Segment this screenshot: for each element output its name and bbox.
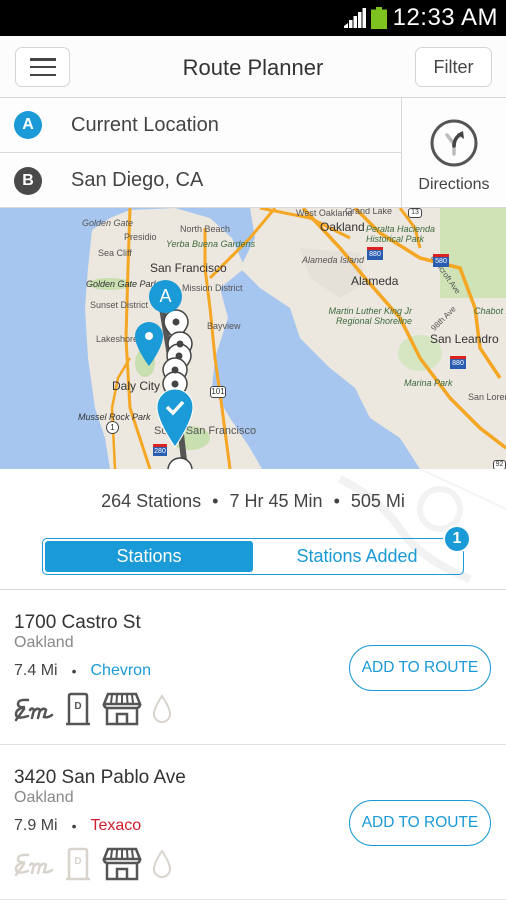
station-address: 3420 San Pablo Ave	[14, 767, 186, 788]
map-label: Golden Gate Park	[86, 279, 159, 289]
battery-icon	[370, 7, 387, 29]
map-label: Alameda	[351, 274, 399, 288]
map-label: Presidio	[124, 232, 157, 242]
amenity-icons: D	[14, 847, 172, 881]
map-label: North Beach	[180, 224, 231, 234]
station-tabs: Stations Stations Added	[42, 538, 464, 575]
station-brand[interactable]: Texaco	[90, 817, 141, 835]
highway-shield: 580	[433, 254, 449, 267]
map-label: San Leandro	[430, 332, 499, 346]
map-label: Martin Luther King Jr Regional Shoreline	[328, 306, 412, 326]
route-summary: 264 Stations • 7 Hr 45 Min • 505 Mi Stat…	[0, 469, 506, 590]
destination-text: San Diego, CA	[71, 169, 204, 191]
start-marker[interactable]: A	[149, 280, 182, 313]
stations-added-count-badge: 1	[443, 525, 471, 553]
location-pin-icon[interactable]	[134, 321, 164, 367]
selected-station-marker[interactable]	[156, 388, 194, 448]
fork-arrow-icon	[430, 119, 478, 167]
highway-shield: 101	[210, 386, 226, 398]
station-city: Oakland	[14, 634, 74, 651]
station-meta: 7.4 Mi • Chevron	[14, 662, 151, 680]
signal-icon	[343, 8, 366, 28]
start-badge-icon: A	[14, 111, 42, 139]
station-meta: 7.9 Mi • Texaco	[14, 817, 141, 835]
map-label: Mission District	[182, 283, 243, 293]
highway-shield: 13	[408, 208, 422, 218]
highway-shield: 1	[106, 421, 119, 434]
diesel-icon: D	[66, 692, 90, 726]
separator: •	[333, 491, 340, 511]
route-duration: 7 Hr 45 Min	[229, 491, 323, 511]
water-drop-icon	[152, 849, 172, 878]
svg-text:D: D	[74, 701, 81, 712]
separator: •	[71, 818, 77, 834]
route-distance: 505 Mi	[350, 491, 405, 511]
store-icon	[102, 847, 142, 881]
station-count: 264 Stations	[101, 491, 202, 511]
map-label: Bayview	[207, 321, 241, 331]
map-label: San Lorenz	[468, 392, 506, 402]
svg-text:D: D	[74, 856, 81, 867]
end-badge-icon: B	[14, 166, 42, 195]
directions-button[interactable]: Directions	[401, 98, 506, 208]
route-inputs: A Current Location B San Diego, CA Direc…	[0, 98, 506, 208]
app-header: Route Planner Filter	[0, 36, 506, 98]
highway-shield: 92	[493, 460, 506, 469]
clock: 12:33 AM	[392, 4, 498, 31]
map-label: Golden Gate	[82, 218, 134, 228]
map-label: Alameda Island	[302, 255, 365, 265]
water-drop-icon	[152, 694, 172, 723]
add-to-route-button[interactable]: ADD TO ROUTE	[349, 800, 491, 846]
map-label: Peralta Hacienda Historical Park	[366, 224, 436, 244]
map-label: Oakland	[320, 220, 365, 234]
highway-shield: 880	[367, 247, 383, 260]
separator: •	[71, 663, 77, 679]
start-location-text: Current Location	[71, 113, 219, 136]
store-icon	[102, 692, 142, 726]
map-label: San Francisco	[150, 261, 227, 275]
destination-field[interactable]: B San Diego, CA	[0, 153, 401, 208]
filter-button[interactable]: Filter	[415, 47, 492, 87]
amenity-icons: D	[14, 692, 172, 726]
route-map[interactable]: Golden Gate North Beach Presidio Yerba B…	[0, 208, 506, 469]
station-list-item[interactable]: 1700 Castro St Oakland 7.4 Mi • Chevron …	[0, 590, 506, 745]
status-bar: 12:33 AM	[0, 0, 506, 36]
station-city: Oakland	[14, 789, 74, 806]
station-address: 1700 Castro St	[14, 612, 141, 633]
map-label: Daly City	[112, 379, 161, 393]
map-label: Grand Lake	[345, 208, 393, 216]
map-label: Sunset District	[90, 300, 149, 310]
map-label: Lakeshore	[96, 334, 139, 344]
station-list-item[interactable]: 3420 San Pablo Ave Oakland 7.9 Mi • Texa…	[0, 745, 506, 900]
station-distance: 7.9 Mi	[14, 817, 58, 834]
route-stats: 264 Stations • 7 Hr 45 Min • 505 Mi	[0, 491, 506, 512]
add-to-route-button[interactable]: ADD TO ROUTE	[349, 645, 491, 691]
map-label: Marina Park	[404, 378, 453, 388]
tab-stations[interactable]: Stations	[45, 541, 253, 572]
station-distance: 7.4 Mi	[14, 662, 58, 679]
map-label: Chabot R	[474, 306, 506, 316]
start-location-field[interactable]: A Current Location	[0, 98, 401, 153]
map-label: Yerba Buena Gardens	[166, 239, 256, 249]
directions-label: Directions	[418, 176, 490, 193]
e85-icon	[14, 853, 54, 877]
tab-stations-added[interactable]: Stations Added	[253, 541, 461, 572]
map-label: Sea Cliff	[98, 248, 132, 258]
diesel-icon: D	[66, 847, 90, 881]
station-brand[interactable]: Chevron	[90, 662, 150, 680]
highway-shield: 880	[450, 356, 466, 369]
map-label: West Oakland	[296, 208, 353, 218]
separator: •	[212, 491, 219, 511]
e85-icon	[14, 698, 54, 722]
